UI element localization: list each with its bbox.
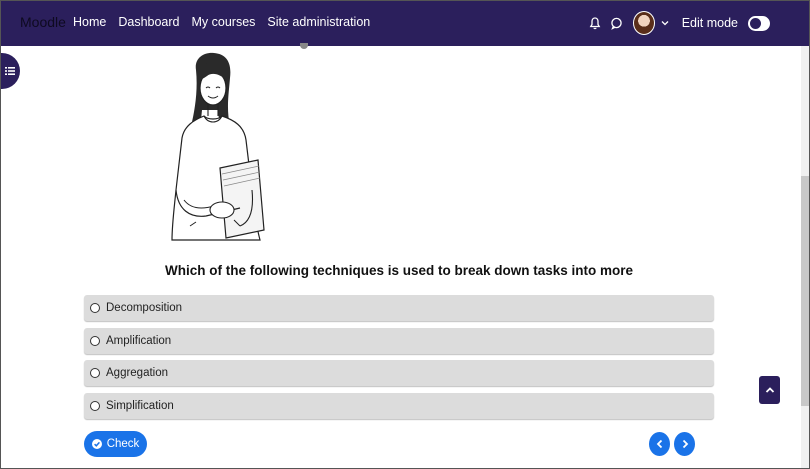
vertical-scrollbar[interactable] bbox=[801, 46, 809, 468]
option-decomposition[interactable]: Decomposition bbox=[84, 295, 714, 321]
option-label: Aggregation bbox=[106, 367, 169, 379]
chevron-up-icon bbox=[765, 387, 774, 393]
option-simplification[interactable]: Simplification bbox=[84, 392, 714, 419]
check-circle-icon bbox=[91, 439, 102, 449]
radio-button[interactable] bbox=[90, 368, 100, 378]
chevron-left-icon bbox=[656, 439, 662, 449]
option-label: Simplification bbox=[106, 399, 174, 412]
answer-options: Decomposition Amplification Aggregation … bbox=[84, 295, 714, 425]
question-text: Which of the following techniques is use… bbox=[164, 263, 634, 278]
course-index-toggle[interactable] bbox=[0, 53, 20, 89]
nav-link-home[interactable]: Home bbox=[73, 15, 106, 29]
nav-link-site-administration[interactable]: Site administration bbox=[267, 15, 370, 29]
previous-button[interactable] bbox=[649, 432, 670, 456]
scrollbar-thumb[interactable] bbox=[801, 176, 809, 406]
radio-button[interactable] bbox=[90, 400, 100, 411]
chevron-right-icon bbox=[682, 439, 688, 449]
nav-link-dashboard[interactable]: Dashboard bbox=[118, 15, 179, 29]
check-button-label: Check bbox=[106, 438, 140, 450]
primary-navigation: Home Dashboard My courses Site administr… bbox=[73, 15, 370, 29]
option-label: Decomposition bbox=[106, 302, 183, 314]
check-button[interactable]: Check bbox=[84, 431, 147, 457]
list-icon bbox=[5, 67, 15, 75]
edit-mode-toggle[interactable] bbox=[748, 15, 770, 31]
option-label: Amplification bbox=[106, 334, 172, 347]
radio-button[interactable] bbox=[90, 335, 100, 346]
option-amplification[interactable]: Amplification bbox=[84, 327, 714, 354]
bell-icon[interactable] bbox=[587, 15, 603, 31]
back-to-top-button[interactable] bbox=[759, 376, 780, 404]
radio-button[interactable] bbox=[90, 303, 100, 313]
site-brand[interactable]: Moodle bbox=[20, 14, 66, 30]
nav-link-my-courses[interactable]: My courses bbox=[192, 15, 256, 29]
chevron-down-icon[interactable] bbox=[661, 15, 670, 31]
edit-mode-label: Edit mode bbox=[681, 16, 738, 30]
dropdown-marker bbox=[300, 43, 308, 49]
user-controls: Edit mode bbox=[587, 10, 770, 36]
student-illustration bbox=[160, 50, 275, 247]
avatar[interactable] bbox=[632, 11, 655, 35]
chat-icon[interactable] bbox=[609, 15, 625, 31]
option-aggregation[interactable]: Aggregation bbox=[84, 360, 714, 386]
top-navbar: Moodle Home Dashboard My courses Site ad… bbox=[0, 0, 810, 46]
next-button[interactable] bbox=[674, 432, 695, 456]
